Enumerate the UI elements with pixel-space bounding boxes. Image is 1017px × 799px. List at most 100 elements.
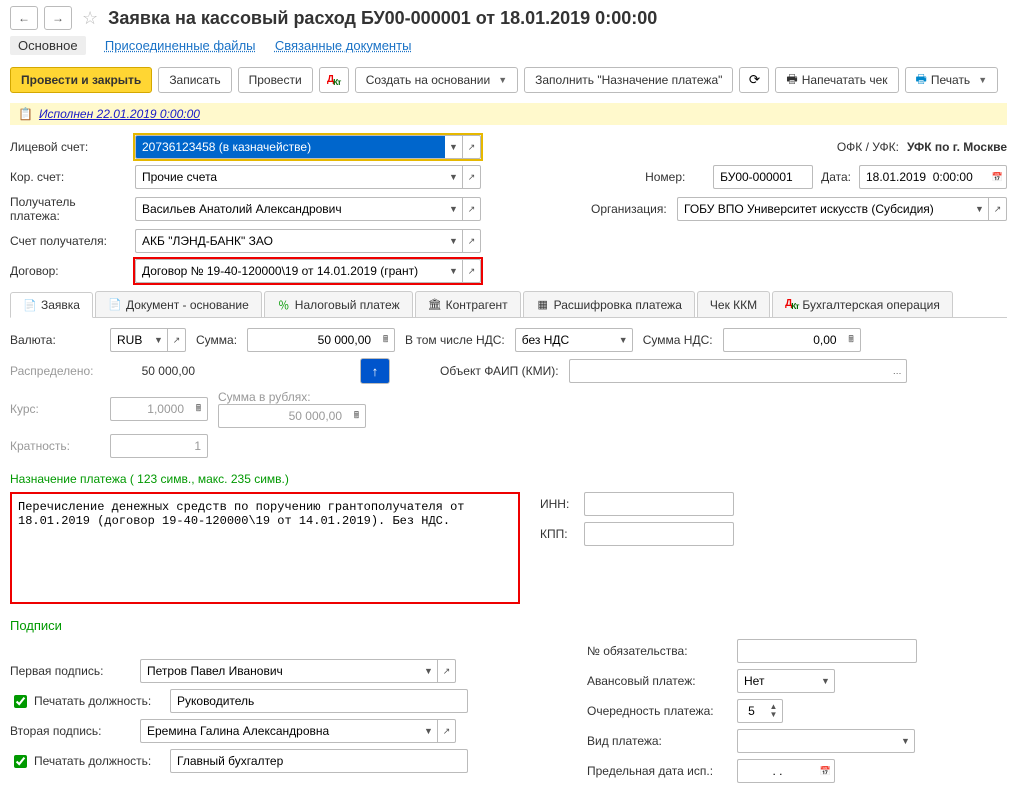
open-icon[interactable]: ↗ <box>463 197 481 221</box>
refresh-icon-button[interactable]: ⟳ <box>739 67 769 93</box>
vat-sum-input[interactable] <box>723 328 843 352</box>
open-icon[interactable]: ↗ <box>463 135 481 159</box>
kor-input[interactable] <box>135 165 445 189</box>
sum-input[interactable] <box>247 328 377 352</box>
distributed-value: 50 000,00 <box>110 364 195 378</box>
dropdown-icon[interactable]: ▼ <box>445 135 463 159</box>
print-cheque-button[interactable]: 🖶Напечатать чек <box>775 67 898 93</box>
faip-input[interactable] <box>569 359 889 383</box>
dropdown-icon[interactable]: ▼ <box>897 729 915 753</box>
page-title: Заявка на кассовый расход БУ00-000001 от… <box>108 8 657 29</box>
payee-input[interactable] <box>135 197 445 221</box>
print-button[interactable]: 🖶Печать▼ <box>905 67 999 93</box>
dropdown-icon[interactable]: ▼ <box>150 328 168 352</box>
paytype-input[interactable] <box>737 729 897 753</box>
dkt-icon: ДКт <box>785 298 798 311</box>
calc-icon[interactable]: 🖩 <box>843 328 861 352</box>
kor-combo[interactable]: ▼ ↗ <box>135 165 481 189</box>
payee-combo[interactable]: ▼ ↗ <box>135 197 481 221</box>
sum-label: Сумма: <box>196 333 237 347</box>
purpose-textarea[interactable]: Перечисление денежных средств по поручен… <box>10 492 520 604</box>
top-tab-main[interactable]: Основное <box>10 36 86 55</box>
org-input[interactable] <box>677 197 971 221</box>
advance-label: Авансовый платеж: <box>587 674 727 688</box>
open-icon[interactable]: ↗ <box>463 165 481 189</box>
pos2-input[interactable] <box>170 749 468 773</box>
post-button[interactable]: Провести <box>238 67 313 93</box>
calc-icon[interactable]: 🖩 <box>377 328 395 352</box>
open-icon[interactable]: ↗ <box>989 197 1007 221</box>
date-input[interactable] <box>859 165 989 189</box>
account-label: Лицевой счет: <box>10 140 125 154</box>
advance-input[interactable] <box>737 669 817 693</box>
account-input[interactable] <box>135 135 445 159</box>
open-icon[interactable]: ↗ <box>463 229 481 253</box>
ofk-value: УФК по г. Москве <box>907 140 1007 154</box>
open-icon[interactable]: ↗ <box>438 659 456 683</box>
tab-decode[interactable]: ▦Расшифровка платежа <box>523 291 695 317</box>
create-based-button[interactable]: Создать на основании▼ <box>355 67 518 93</box>
top-tab-attached[interactable]: Присоединенные файлы <box>105 38 256 53</box>
dropdown-icon[interactable]: ▼ <box>445 165 463 189</box>
tab-basis[interactable]: 📄Документ - основание <box>95 291 262 317</box>
vat-incl-input[interactable] <box>515 328 615 352</box>
dropdown-icon[interactable]: ▼ <box>445 229 463 253</box>
tab-accounting[interactable]: ДКтБухгалтерская операция <box>772 291 953 317</box>
deadline-input[interactable] <box>737 759 817 783</box>
tab-contractor[interactable]: 🏛Контрагент <box>415 291 521 317</box>
number-input[interactable] <box>713 165 813 189</box>
org-label: Организация: <box>591 202 669 216</box>
print-pos1-check[interactable]: Печатать должность: <box>10 692 160 711</box>
star-icon[interactable]: ☆ <box>78 8 102 29</box>
open-icon[interactable]: ↗ <box>168 328 186 352</box>
currency-input[interactable] <box>110 328 150 352</box>
dropdown-icon[interactable]: ▼ <box>420 659 438 683</box>
contract-combo[interactable]: ▼ ↗ <box>135 259 481 283</box>
contract-label: Договор: <box>10 264 125 278</box>
number-label: Номер: <box>645 170 705 184</box>
contract-input[interactable] <box>135 259 445 283</box>
account-combo[interactable]: ▼ ↗ <box>135 135 481 159</box>
kpp-label: КПП: <box>540 527 574 541</box>
kpp-input[interactable] <box>584 522 734 546</box>
dropdown-icon[interactable]: ▼ <box>971 197 989 221</box>
kor-label: Кор. счет: <box>10 170 125 184</box>
ellipsis-icon[interactable]: … <box>889 359 907 383</box>
dropdown-icon[interactable]: ▼ <box>615 328 633 352</box>
post-and-close-button[interactable]: Провести и закрыть <box>10 67 152 93</box>
sign1-input[interactable] <box>140 659 420 683</box>
oblig-input[interactable] <box>737 639 917 663</box>
spinner-icon[interactable]: ▲▼ <box>765 699 783 723</box>
tab-kkm[interactable]: Чек ККМ <box>697 291 770 317</box>
up-arrow-button[interactable]: ↑ <box>360 358 390 384</box>
mult-input <box>110 434 208 458</box>
payee-acc-combo[interactable]: ▼ ↗ <box>135 229 481 253</box>
payee-acc-input[interactable] <box>135 229 445 253</box>
dropdown-icon[interactable]: ▼ <box>817 669 835 693</box>
calendar-icon[interactable]: 📅 <box>989 165 1007 189</box>
doc-icon: 📄 <box>23 298 37 312</box>
top-tab-linked[interactable]: Связанные документы <box>275 38 412 53</box>
fill-purpose-button[interactable]: Заполнить "Назначение платежа" <box>524 67 733 93</box>
order-input[interactable] <box>737 699 765 723</box>
rate-input <box>110 397 190 421</box>
tab-request[interactable]: 📄Заявка <box>10 292 93 318</box>
sign2-input[interactable] <box>140 719 420 743</box>
open-icon[interactable]: ↗ <box>438 719 456 743</box>
tab-tax[interactable]: ％Налоговый платеж <box>264 291 413 317</box>
nav-back[interactable]: ← <box>10 6 38 30</box>
nav-forward[interactable]: → <box>44 6 72 30</box>
dropdown-icon[interactable]: ▼ <box>445 259 463 283</box>
calc-icon: 🖩 <box>190 397 208 421</box>
open-icon[interactable]: ↗ <box>463 259 481 283</box>
save-button[interactable]: Записать <box>158 67 231 93</box>
faip-label: Объект ФАИП (КМИ): <box>440 364 559 378</box>
dropdown-icon[interactable]: ▼ <box>445 197 463 221</box>
inn-input[interactable] <box>584 492 734 516</box>
dropdown-icon[interactable]: ▼ <box>420 719 438 743</box>
calendar-icon[interactable]: 📅 <box>817 759 835 783</box>
dkt-icon-button[interactable]: ДКт <box>319 67 349 93</box>
calc-icon: 🖩 <box>348 404 366 428</box>
pos1-input[interactable] <box>170 689 468 713</box>
status-link[interactable]: Исполнен 22.01.2019 0:00:00 <box>39 107 200 121</box>
